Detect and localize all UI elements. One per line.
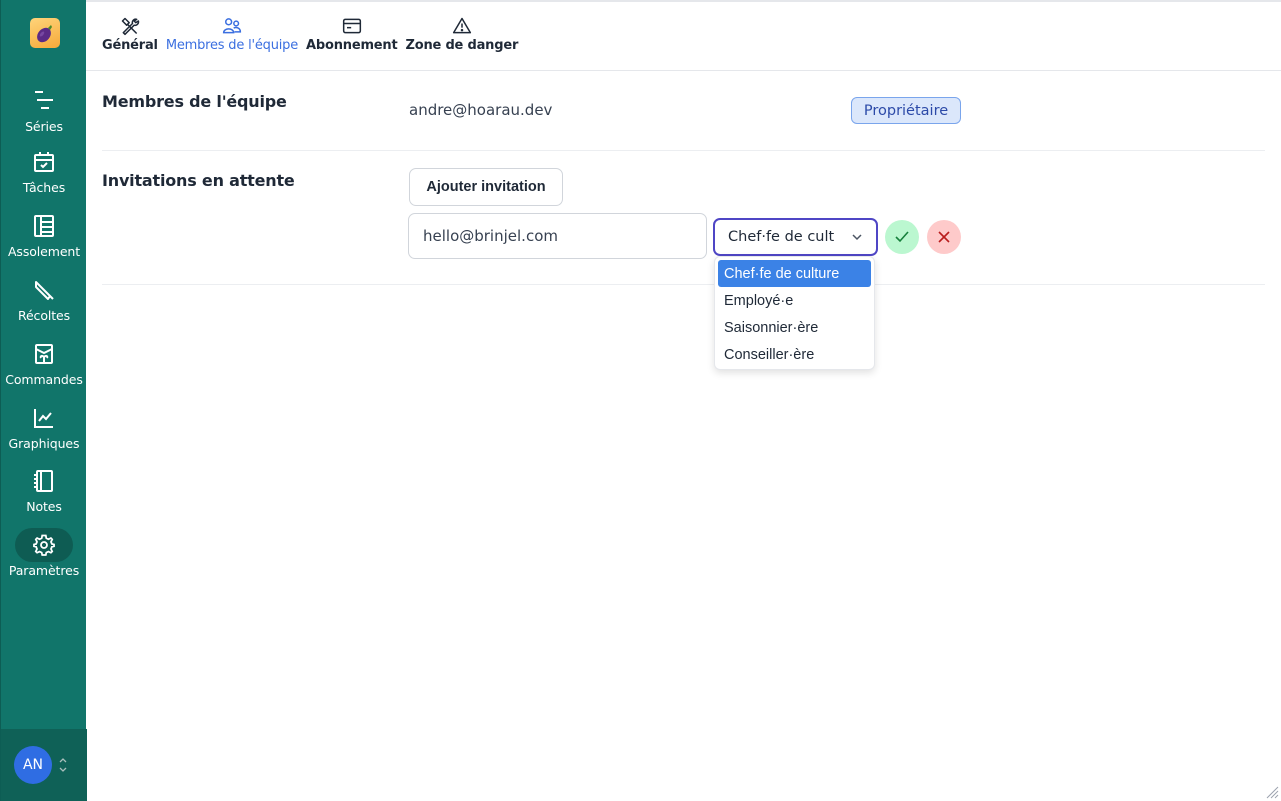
- calendar-check-icon: [34, 152, 54, 172]
- warning-icon: [452, 17, 471, 34]
- sidebar-item-label: Récoltes: [17, 308, 71, 323]
- sidebar-item-graphiques[interactable]: Graphiques: [1, 401, 87, 451]
- role-badge: Propriétaire: [851, 97, 961, 124]
- tab-label: Zone de danger: [405, 38, 519, 53]
- sidebar-item-assolement[interactable]: Assolement: [1, 209, 87, 259]
- sidebar-item-label: Notes: [26, 499, 62, 514]
- role-option[interactable]: Chef·fe de culture: [718, 260, 871, 287]
- section-divider: [102, 284, 1265, 285]
- section-divider: [102, 150, 1265, 151]
- sidebar-item-label: Paramètres: [8, 563, 80, 578]
- sidebar-item-label: Séries: [25, 119, 63, 134]
- sidebar-item-parametres[interactable]: Paramètres: [1, 528, 87, 578]
- sidebar: Séries Tâches Assolement Récoltes Comman…: [0, 0, 87, 801]
- notebook-icon: [34, 470, 53, 492]
- cancel-invitation-button[interactable]: [927, 220, 961, 254]
- sidebar-item-recoltes[interactable]: Récoltes: [1, 273, 87, 323]
- tab-team-members[interactable]: Membres de l'équipe: [166, 16, 298, 53]
- package-icon: [35, 344, 53, 364]
- sidebar-item-label: Graphiques: [8, 436, 80, 451]
- tabs-divider: [86, 70, 1281, 71]
- role-select[interactable]: Chef·fe de culture: [713, 218, 878, 256]
- series-icon: [35, 91, 53, 109]
- users-icon: [222, 18, 242, 34]
- layout-icon: [34, 215, 54, 237]
- app: Séries Tâches Assolement Récoltes Comman…: [0, 0, 1281, 801]
- check-icon: [895, 231, 909, 243]
- invitations-section-title: Invitations en attente: [102, 171, 295, 190]
- tab-label: Général: [102, 38, 158, 53]
- sidebar-item-taches[interactable]: Tâches: [1, 145, 87, 195]
- members-section-title: Membres de l'équipe: [102, 92, 287, 111]
- chart-line-icon: [34, 409, 53, 428]
- tab-label: Membres de l'équipe: [165, 38, 299, 53]
- sidebar-item-label: Tâches: [22, 180, 66, 195]
- tools-icon: [121, 17, 140, 36]
- chevron-down-icon: [852, 234, 862, 241]
- role-option[interactable]: Conseiller·ère: [718, 341, 871, 368]
- member-email: andre@hoarau.dev: [409, 101, 553, 119]
- avatar[interactable]: AN: [14, 746, 52, 784]
- tab-general[interactable]: Général: [102, 16, 158, 53]
- sidebar-item-label: Commandes: [5, 372, 83, 387]
- eggplant-icon: [37, 25, 52, 43]
- chevron-up-down-icon: [58, 756, 68, 774]
- tab-danger-zone[interactable]: Zone de danger: [405, 16, 519, 53]
- confirm-invitation-button[interactable]: [885, 220, 919, 254]
- sidebar-item-label: Assolement: [7, 244, 81, 259]
- knife-icon: [35, 281, 54, 300]
- gear-icon: [33, 534, 55, 556]
- app-logo[interactable]: [30, 18, 60, 48]
- sidebar-item-notes[interactable]: Notes: [1, 464, 87, 514]
- main-content: Général Membres de l'équipe Abonnement Z…: [86, 0, 1281, 801]
- settings-tabs: Général Membres de l'équipe Abonnement Z…: [102, 16, 518, 53]
- role-option[interactable]: Saisonnier·ère: [718, 314, 871, 341]
- role-option[interactable]: Employé·e: [718, 287, 871, 314]
- sidebar-item-commandes[interactable]: Commandes: [1, 337, 87, 387]
- role-dropdown-list: Chef·fe de culture Employé·e Saisonnier·…: [714, 256, 875, 370]
- add-invitation-button[interactable]: Ajouter invitation: [409, 168, 563, 206]
- tab-label: Abonnement: [306, 38, 398, 53]
- role-select-value: Chef·fe de culture: [728, 229, 835, 245]
- credit-card-icon: [342, 18, 361, 34]
- close-icon: [938, 231, 950, 243]
- invite-email-input[interactable]: [408, 213, 707, 259]
- tab-subscription[interactable]: Abonnement: [306, 16, 398, 53]
- resize-grip-icon[interactable]: [1265, 785, 1279, 799]
- sidebar-item-series[interactable]: Séries: [1, 84, 87, 134]
- user-menu[interactable]: AN: [1, 729, 87, 801]
